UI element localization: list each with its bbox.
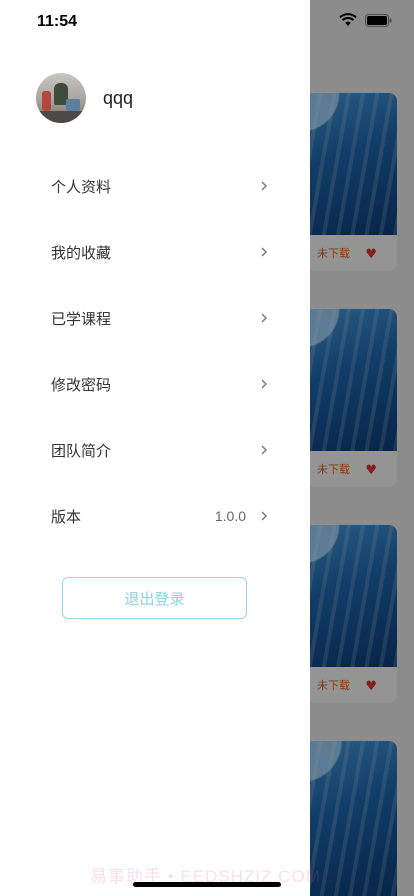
chevron-right-icon	[261, 181, 267, 191]
chevron-right-icon	[261, 313, 267, 323]
version-value: 1.0.0	[214, 508, 246, 524]
chevron-right-icon	[261, 511, 267, 521]
logout-button[interactable]: 退出登录	[62, 577, 247, 619]
status-time: 11:54	[37, 13, 78, 30]
menu-item-label: 版本	[51, 507, 82, 526]
side-drawer: qqq 个人资料 我的收藏 已学课程 修改密码 团队简介 版本 1.0.0 退出…	[0, 0, 310, 896]
menu-item-change-password[interactable]: 修改密码	[0, 351, 310, 417]
menu-item-label: 已学课程	[51, 309, 112, 328]
menu-item-profile[interactable]: 个人资料	[0, 153, 310, 219]
menu-item-team-intro[interactable]: 团队简介	[0, 417, 310, 483]
avatar[interactable]	[36, 73, 86, 123]
username: qqq	[103, 87, 134, 108]
chevron-right-icon	[261, 247, 267, 257]
chevron-right-icon	[261, 445, 267, 455]
heart-icon[interactable]: ♥	[365, 247, 377, 262]
wifi-icon	[339, 13, 357, 26]
heart-icon[interactable]: ♥	[365, 463, 377, 478]
menu-item-learned-courses[interactable]: 已学课程	[0, 285, 310, 351]
status-icons	[339, 13, 392, 27]
menu-item-label: 团队简介	[51, 441, 112, 460]
menu-item-label: 我的收藏	[51, 243, 112, 262]
menu-item-label: 修改密码	[51, 375, 112, 394]
home-indicator[interactable]	[133, 882, 281, 887]
battery-icon	[365, 13, 392, 27]
menu-item-version[interactable]: 版本 1.0.0	[0, 483, 310, 549]
menu-item-label: 个人资料	[51, 177, 112, 196]
heart-icon[interactable]: ♥	[365, 679, 377, 694]
menu-item-favorites[interactable]: 我的收藏	[0, 219, 310, 285]
chevron-right-icon	[261, 379, 267, 389]
profile-header[interactable]: qqq	[36, 73, 133, 123]
